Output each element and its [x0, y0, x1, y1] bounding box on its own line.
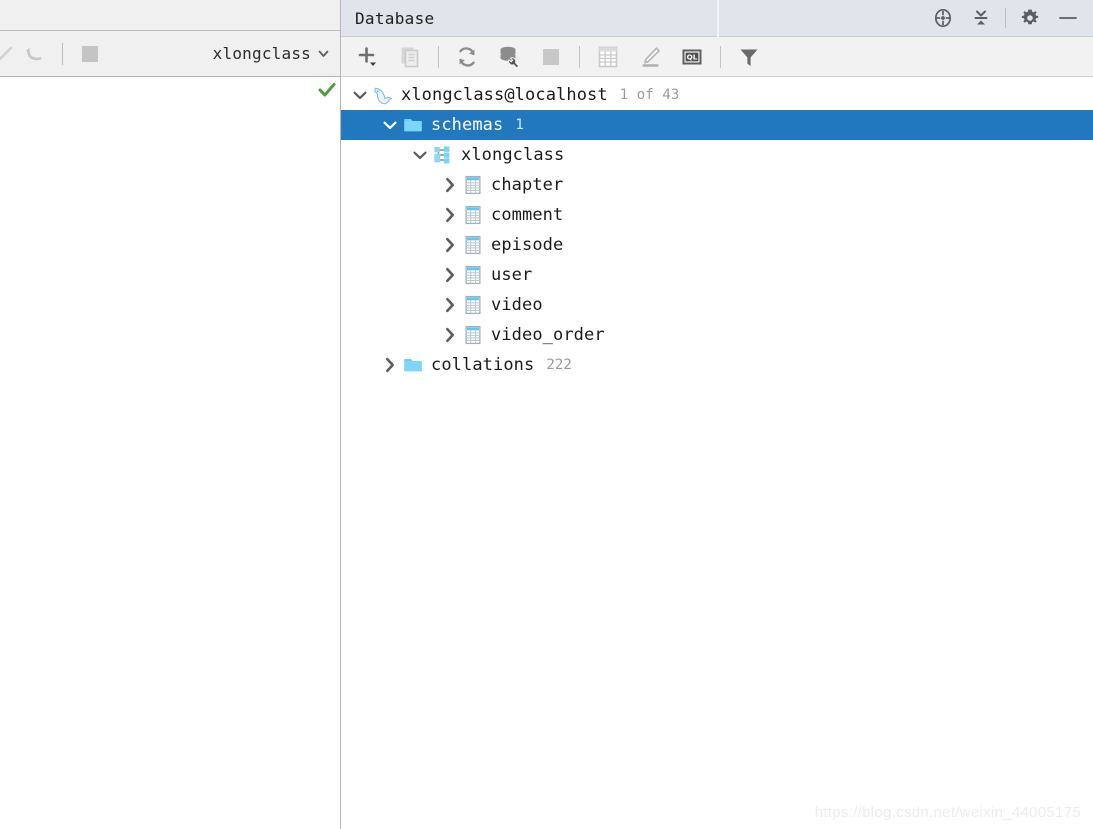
query-console-button[interactable]: QL — [671, 41, 713, 73]
apply-check-button[interactable] — [0, 37, 16, 71]
header-divider — [717, 0, 719, 37]
database-tree[interactable]: xlongclass@localhost 1 of 43 schemas 1 xlong… — [341, 77, 1093, 829]
minimize-icon — [1059, 17, 1077, 19]
chevron-right-icon[interactable] — [379, 354, 401, 376]
tree-node-label: comment — [491, 205, 564, 225]
duplicate-button[interactable] — [389, 41, 431, 73]
copy-icon — [401, 47, 419, 67]
tree-node-label: user — [491, 265, 533, 285]
table-icon — [461, 294, 485, 316]
tree-node-table-episode[interactable]: episode — [341, 230, 1093, 260]
chevron-right-icon[interactable] — [439, 204, 461, 226]
app-root: xlongclass Database QL xlongclass@localh… — [0, 0, 1093, 829]
settings-button[interactable] — [1011, 2, 1049, 34]
stop-square-icon — [543, 48, 559, 65]
ql-console-icon: QL — [682, 49, 702, 64]
collapse-all-button[interactable] — [962, 2, 1000, 34]
table-grid-icon — [598, 46, 618, 67]
folder-icon — [401, 114, 425, 136]
stop-button[interactable] — [530, 41, 572, 73]
refresh-button[interactable] — [446, 41, 488, 73]
refresh-icon — [459, 46, 475, 67]
funnel-filter-icon — [740, 49, 758, 66]
chevron-right-icon[interactable] — [439, 294, 461, 316]
tree-node-label: xlongclass@localhost — [401, 85, 608, 105]
modify-object-button[interactable] — [629, 41, 671, 73]
tree-node-label: video_order — [491, 325, 605, 345]
tree-node-table-comment[interactable]: comment — [341, 200, 1093, 230]
scroll-from-source-button[interactable] — [924, 2, 962, 34]
tree-node-count: 222 — [546, 357, 572, 373]
tree-node-label: collations — [431, 355, 535, 375]
tree-node-label: episode — [491, 235, 564, 255]
crosshair-target-icon — [934, 8, 952, 28]
tree-node-collations[interactable]: collations 222 — [341, 350, 1093, 380]
database-wrench-icon — [500, 46, 520, 69]
stop-square-icon — [82, 45, 98, 62]
table-icon — [461, 234, 485, 256]
add-button[interactable] — [347, 41, 389, 73]
chevron-right-icon[interactable] — [439, 264, 461, 286]
tree-node-label: video — [491, 295, 543, 315]
tree-node-count: 1 — [515, 117, 524, 133]
tree-node-schemas[interactable]: schemas 1 — [341, 110, 1093, 140]
toolbar-separator-2 — [579, 45, 580, 68]
data-editor-button[interactable] — [587, 41, 629, 73]
filter-button[interactable] — [728, 41, 770, 73]
tree-node-table-video-order[interactable]: video_order — [341, 320, 1093, 350]
tree-node-schema-xlongclass[interactable]: xlongclass — [341, 140, 1093, 170]
tree-node-label: schemas — [431, 115, 504, 135]
page-title: Database — [355, 8, 435, 28]
left-toolbar-separator — [62, 42, 63, 65]
toolbar-separator-1 — [438, 45, 439, 68]
chevron-down-icon[interactable] — [379, 114, 401, 136]
left-editor-content — [0, 78, 340, 829]
green-check-icon — [318, 83, 336, 97]
watermark: https://blog.csdn.net/weixin_44005175 — [814, 804, 1081, 821]
hide-button[interactable] — [1049, 2, 1087, 34]
database-header: Database — [341, 0, 1093, 37]
left-toolbar: xlongclass — [0, 31, 340, 77]
chevron-right-icon[interactable] — [439, 324, 461, 346]
chevron-right-icon[interactable] — [439, 174, 461, 196]
chevron-right-icon[interactable] — [439, 234, 461, 256]
modify-datasource-button[interactable] — [488, 41, 530, 73]
tree-node-table-chapter[interactable]: chapter — [341, 170, 1093, 200]
tree-node-table-user[interactable]: user — [341, 260, 1093, 290]
database-toolbar: QL — [341, 37, 1093, 77]
table-icon — [461, 264, 485, 286]
left-editor-panel: xlongclass — [0, 0, 341, 829]
tree-node-count: 1 of 43 — [619, 87, 680, 103]
collapse-all-icon — [974, 10, 988, 25]
left-tab-strip — [0, 0, 340, 31]
chevron-down-icon[interactable] — [349, 84, 371, 106]
header-actions — [924, 2, 1093, 34]
revert-button[interactable] — [16, 37, 54, 71]
mysql-dolphin-icon — [371, 84, 395, 106]
svg-text:QL: QL — [687, 52, 698, 61]
datasource-combo-value: xlongclass — [212, 44, 311, 63]
stop-button[interactable] — [71, 37, 109, 71]
tree-node-label: xlongclass — [461, 145, 565, 165]
table-icon — [461, 174, 485, 196]
pencil-edit-icon — [642, 46, 660, 67]
table-icon — [461, 324, 485, 346]
check-icon — [0, 46, 13, 60]
undo-arrow-icon — [26, 47, 42, 60]
gear-icon — [1021, 9, 1039, 25]
plus-dropdown-icon — [358, 46, 376, 66]
database-tool-window: Database QL xlongclass@localhost 1 of 43… — [341, 0, 1093, 829]
tree-node-table-video[interactable]: video — [341, 290, 1093, 320]
datasource-combo[interactable]: xlongclass — [213, 44, 330, 63]
chevron-down-icon[interactable] — [409, 144, 431, 166]
tree-node-datasource[interactable]: xlongclass@localhost 1 of 43 — [341, 80, 1093, 110]
tree-node-label: chapter — [491, 175, 564, 195]
folder-icon — [401, 354, 425, 376]
schema-icon — [431, 144, 455, 166]
header-separator — [1005, 8, 1006, 28]
toolbar-separator-3 — [720, 45, 721, 68]
table-icon — [461, 204, 485, 226]
chevron-down-icon — [318, 50, 329, 57]
